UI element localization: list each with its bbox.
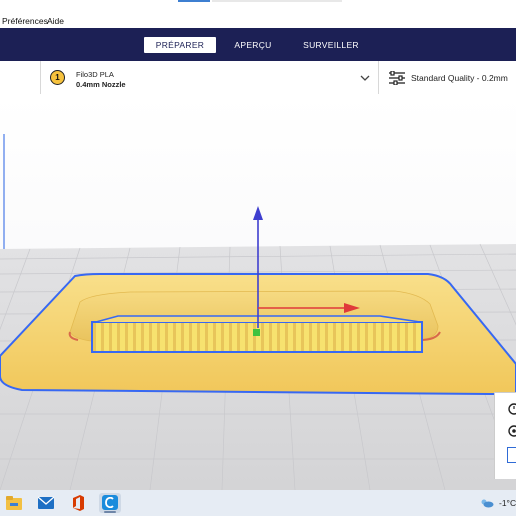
clock-icon: [508, 403, 516, 415]
tab-prepare[interactable]: PRÉPARER: [144, 37, 216, 53]
object-side-panel: [494, 392, 516, 479]
browser-tab-active[interactable]: [178, 0, 210, 2]
taskbar-office[interactable]: [67, 493, 89, 513]
nozzle-size[interactable]: 0.4mm Nozzle: [76, 80, 126, 89]
taskbar-file-explorer[interactable]: [3, 493, 25, 513]
chevron-down-icon[interactable]: [360, 74, 370, 82]
cura-icon: [102, 495, 118, 510]
ribbed-bar-part[interactable]: [91, 321, 423, 353]
weather-icon[interactable]: [480, 498, 494, 508]
file-explorer-icon: [6, 496, 22, 510]
weather-temperature[interactable]: -1°C: [499, 498, 516, 508]
window-top-strip: [0, 0, 516, 14]
tab-preview[interactable]: APERÇU: [226, 37, 280, 53]
y-axis-handle-icon[interactable]: [253, 329, 260, 336]
stage-bar: PRÉPARER APERÇU SURVEILLER: [0, 28, 516, 61]
taskbar-mail[interactable]: [35, 493, 57, 513]
tab-monitor[interactable]: SURVEILLER: [296, 37, 366, 53]
windows-taskbar: [0, 490, 516, 516]
menu-bar: Préférences Aide: [0, 14, 516, 28]
mail-icon: [38, 496, 54, 509]
office-icon: [73, 495, 84, 511]
material-name[interactable]: Filo3D PLA: [76, 70, 114, 79]
menu-help[interactable]: Aide: [47, 16, 64, 26]
active-app-indicator: [104, 511, 116, 513]
extruder-badge-icon: 1: [50, 70, 65, 85]
print-setup-toolbar: 1 Filo3D PLA 0.4mm Nozzle Standard Quali…: [0, 61, 516, 95]
sliders-icon[interactable]: [388, 71, 406, 85]
3d-viewport[interactable]: [0, 94, 516, 490]
taskbar-cura[interactable]: [99, 493, 121, 513]
menu-preferences[interactable]: Préférences: [2, 16, 48, 26]
spool-icon: [508, 425, 516, 437]
panel-button[interactable]: [507, 447, 516, 463]
toolbar-divider: [378, 61, 379, 94]
quality-profile-label[interactable]: Standard Quality - 0.2mm: [411, 73, 508, 83]
toolbar-divider: [40, 61, 41, 94]
browser-tab-area: [212, 0, 342, 2]
